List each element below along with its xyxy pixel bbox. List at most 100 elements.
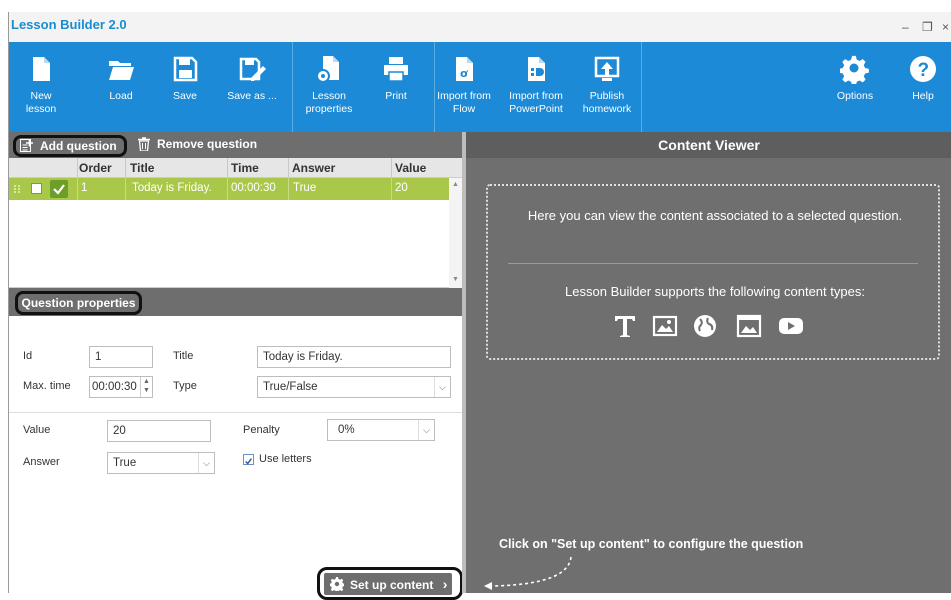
row-answer: True [293,182,317,194]
save-as-label: Save as ... [227,90,277,102]
chevron-down-icon: ⌵ [434,377,450,397]
svg-text:?: ? [918,60,930,81]
floppy-disk-icon [170,54,200,84]
max-time-value: 00:00:30 [92,381,137,393]
help-button[interactable]: ? Help [899,42,947,132]
gear-icon [330,577,344,591]
column-divider [227,158,228,178]
bottom-action-bar: Set up content › [9,562,463,600]
svg-text:ơ: ơ [460,67,468,80]
type-select[interactable]: True/False ⌵ [257,376,451,398]
import-powerpoint-button[interactable]: Import from PowerPoint [503,42,569,132]
options-label: Options [836,90,874,102]
questions-table: Order Title Time Answer Value 1 Today is… [9,158,462,288]
content-viewer-placeholder: Here you can view the content associated… [486,184,940,360]
help-question-icon: ? [908,54,938,84]
import-powerpoint-label: Import from PowerPoint [509,90,563,115]
load-button[interactable]: Load [95,42,147,132]
drag-handle-icon[interactable] [13,184,21,194]
close-button[interactable]: × [942,20,949,34]
image-icon [652,315,678,337]
print-button[interactable]: Print [371,42,421,132]
column-order[interactable]: Order [79,161,112,175]
row-select-checkbox[interactable] [31,183,42,194]
title-label: Title [173,350,194,362]
penalty-label: Penalty [243,424,280,436]
value-field[interactable]: 20 [107,420,211,442]
import-powerpoint-icon [521,54,551,84]
remove-question-label: Remove question [157,137,258,151]
save-button[interactable]: Save [159,42,211,132]
id-field[interactable]: 1 [89,346,153,368]
publish-homework-button[interactable]: Publish homework [579,42,635,132]
toolbar-separator [292,42,293,132]
penalty-value: 0% [338,424,355,436]
cell-divider [77,178,78,200]
table-header: Order Title Time Answer Value [9,158,462,178]
penalty-select[interactable]: 0% ⌵ [327,419,435,441]
main-toolbar: New lesson Load Save Save as ... Lesson [9,42,951,132]
column-answer[interactable]: Answer [292,161,335,175]
setup-content-button[interactable]: Set up content › [324,573,452,595]
restore-button[interactable]: ❐ [922,20,933,34]
import-flow-label: Import from Flow [437,90,491,115]
cell-divider [227,178,228,200]
import-flow-button[interactable]: ơ Import from Flow [437,42,491,132]
chevron-down-icon: ⌵ [418,420,434,440]
table-row[interactable]: 1 Today is Friday. 00:00:30 True 20 [9,178,449,200]
checkmark-icon [53,184,65,195]
setup-hint-text: Click on "Set up content" to configure t… [499,537,804,551]
scroll-down-icon[interactable]: ▼ [452,276,459,283]
stepper-arrows-icon[interactable]: ▲ ▼ [140,377,152,397]
use-letters-checkbox[interactable] [243,454,254,465]
checkmark-icon [245,458,252,465]
content-viewer-divider [508,263,918,264]
title-field[interactable]: Today is Friday. [257,346,451,368]
import-flow-icon: ơ [449,54,479,84]
answer-select[interactable]: True ⌵ [107,452,215,474]
table-scrollbar[interactable]: ▲ ▼ [449,178,462,288]
save-label: Save [173,90,197,102]
title-bar: Lesson Builder 2.0 – ❐ × [9,12,951,42]
answer-label: Answer [23,456,60,468]
minimize-button[interactable]: – [902,20,909,34]
content-viewer-intro: Here you can view the content associated… [527,208,903,223]
cell-divider [125,178,126,200]
add-question-label: Add question [40,139,117,153]
setup-content-label: Set up content [350,578,434,592]
cell-divider [391,178,392,200]
column-value[interactable]: Value [395,161,426,175]
lesson-properties-button[interactable]: Lesson properties [301,42,357,132]
column-divider [391,158,392,178]
save-as-button[interactable]: Save as ... [223,42,281,132]
setup-content-highlight: Set up content › [317,567,463,600]
publish-upload-icon [592,54,622,84]
hint-arrow-icon [484,556,572,590]
remove-question-button[interactable]: Remove question [135,135,257,155]
gear-icon [840,54,870,84]
print-label: Print [385,90,407,102]
row-enabled-check[interactable] [50,180,68,198]
video-icon [779,318,803,334]
question-properties-title: Question properties [15,291,142,315]
scroll-up-icon[interactable]: ▲ [452,181,459,188]
document-settings-icon [314,54,344,84]
add-question-button[interactable]: Add question [13,135,127,157]
value-label: Value [23,424,51,436]
web-globe-icon [694,315,716,337]
column-title[interactable]: Title [130,161,154,175]
new-lesson-label: New lesson [25,90,57,115]
column-time[interactable]: Time [231,161,259,175]
options-button[interactable]: Options [829,42,881,132]
content-viewer-panel: Content Viewer Here you can view the con… [466,132,951,593]
column-divider [125,158,126,178]
new-file-icon [26,54,56,84]
chevron-right-icon: › [442,576,448,592]
cell-divider [288,178,289,200]
max-time-stepper[interactable]: 00:00:30 ▲ ▼ [89,376,153,398]
new-lesson-button[interactable]: New lesson [15,42,67,132]
slide-icon [736,314,762,338]
help-label: Help [912,90,934,102]
app-title: Lesson Builder 2.0 [11,17,127,32]
text-icon [615,316,635,337]
